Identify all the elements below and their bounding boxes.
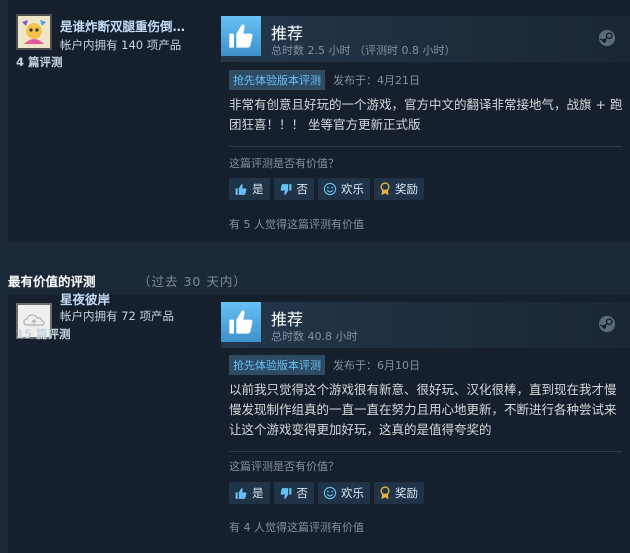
early-access-badge[interactable]: 抢先体验版本评测 (229, 355, 325, 375)
thumbs-down-icon (280, 183, 291, 195)
helpful-question: 这篇评测是否有价值？ (229, 157, 339, 170)
helpful-question: 这篇评测是否有价值？ (229, 460, 339, 473)
yes-button[interactable]: 是 (229, 482, 270, 504)
thumbs-up-icon (221, 16, 261, 56)
thumbs-up-icon (235, 487, 247, 499)
funny-button[interactable]: 欢乐 (318, 178, 370, 200)
playtime-hours: 总时数 2.5 小时 （评测时 0.8 小时） (271, 44, 456, 57)
yes-label: 是 (252, 486, 264, 500)
review-text: 非常有创意且好玩的一个游戏，官方中文的翻译非常接地气，战旗 + 跑团狂喜！！！ … (229, 97, 623, 132)
award-label: 奖励 (395, 486, 418, 500)
recommendation-title: 推荐 (271, 24, 304, 43)
early-access-row: 抢先体验版本评测 发布于：6月10日 (229, 355, 420, 375)
review-content: 推荐 总时数 40.8 小时 抢先体验版本评测 发布于：6月10日 以前我只觉得这… (221, 295, 630, 553)
thumbs-down-icon (280, 487, 291, 499)
thumbs-up-icon (235, 183, 247, 195)
funny-button[interactable]: 欢乐 (318, 482, 370, 504)
author-name[interactable]: 是谁炸断双腿重伤倒… (60, 16, 185, 35)
author-name[interactable]: 星夜彼岸 (60, 289, 110, 308)
posted-date: 发布于：6月10日 (333, 359, 420, 372)
review-content: 推荐 总时数 2.5 小时 （评测时 0.8 小时） 抢先体验版本评测 发布于：4… (221, 0, 630, 242)
review-author: 星夜彼岸 帐户内拥有 72 项产品 15 篇评测 (8, 292, 216, 553)
posted-date: 发布于：4月21日 (333, 74, 420, 87)
review-author: 是谁炸断双腿重伤倒… 帐户内拥有 140 项产品 4 篇评测 (8, 0, 216, 242)
author-reviews[interactable]: 4 篇评测 (16, 54, 63, 70)
yes-button[interactable]: 是 (229, 178, 270, 200)
smile-icon (323, 182, 337, 196)
award-button[interactable]: 奖励 (374, 178, 424, 200)
divider (229, 451, 622, 452)
avatar[interactable] (16, 14, 52, 50)
smile-icon (323, 486, 337, 500)
section-heading: 最有价值的评测 (8, 274, 96, 289)
playtime-hours: 总时数 40.8 小时 (271, 330, 358, 343)
early-access-badge[interactable]: 抢先体验版本评测 (229, 70, 325, 90)
award-icon (380, 486, 390, 500)
vote-buttons: 是 否 欢乐 奖励 (229, 482, 424, 504)
no-label: 否 (296, 486, 309, 500)
early-access-row: 抢先体验版本评测 发布于：4月21日 (229, 70, 420, 90)
helpful-count: 有 5 人觉得这篇评测有价值 (229, 218, 364, 231)
section-subheading: （过去 30 天内） (138, 274, 247, 289)
author-products[interactable]: 帐户内拥有 72 项产品 (60, 308, 174, 324)
vote-header[interactable]: 推荐 总时数 40.8 小时 (221, 302, 630, 348)
steam-icon (598, 315, 616, 333)
award-button[interactable]: 奖励 (374, 482, 424, 504)
review-text: 以前我只觉得这个游戏很有新意、很好玩、汉化很棒，直到现在我才慢慢发现制作组真的一… (229, 382, 617, 437)
no-button[interactable]: 否 (273, 482, 314, 504)
vote-buttons: 是 否 欢乐 奖励 (229, 178, 424, 200)
review-card: 是谁炸断双腿重伤倒… 帐户内拥有 140 项产品 4 篇评测 推荐 总时数 2.… (8, 0, 630, 242)
no-button[interactable]: 否 (273, 178, 314, 200)
recommendation-title: 推荐 (271, 310, 304, 329)
review-card: 星夜彼岸 帐户内拥有 72 项产品 15 篇评测 推荐 总时数 40.8 小时 … (8, 292, 630, 553)
vote-header[interactable]: 推荐 总时数 2.5 小时 （评测时 0.8 小时） (221, 16, 630, 62)
steam-icon (598, 29, 616, 47)
award-label: 奖励 (395, 182, 418, 196)
yes-label: 是 (252, 182, 264, 196)
author-products[interactable]: 帐户内拥有 140 项产品 (60, 37, 181, 53)
divider (229, 146, 622, 147)
award-icon (380, 182, 390, 196)
funny-label: 欢乐 (341, 182, 364, 196)
helpful-count: 有 4 人觉得这篇评测有价值 (229, 521, 364, 534)
thumbs-up-icon (221, 302, 261, 342)
no-label: 否 (296, 182, 309, 196)
author-reviews[interactable]: 15 篇评测 (16, 326, 71, 342)
funny-label: 欢乐 (341, 486, 364, 500)
